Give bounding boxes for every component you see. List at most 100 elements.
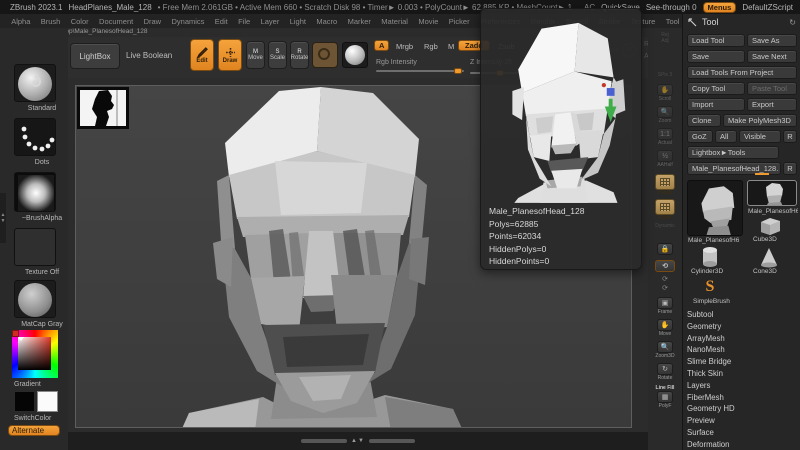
goz-r-button[interactable]: R — [783, 130, 797, 143]
palette-section-header[interactable]: Deformation — [687, 440, 797, 449]
save-next-button[interactable]: Save Next — [747, 50, 797, 63]
palette-section-header[interactable]: Geometry HD — [687, 404, 797, 413]
simplebrush-thumbnail[interactable]: S — [699, 278, 721, 298]
rgb-a-toggle[interactable]: A — [374, 40, 389, 51]
current-stroke-button[interactable] — [14, 118, 56, 156]
menu-item[interactable]: Brush — [36, 17, 66, 26]
move-button[interactable]: M Move — [246, 41, 265, 69]
default-zscript-button[interactable]: DefaultZScript — [742, 3, 793, 12]
move-canvas-button[interactable]: ✋Move — [653, 319, 677, 337]
spix-slider[interactable]: SPix 3 — [653, 72, 677, 78]
see-through-slider[interactable]: See-through 0 — [646, 3, 697, 12]
current-texture-button[interactable] — [14, 228, 56, 266]
alternate-button[interactable]: Alternate — [8, 425, 60, 436]
goz-all-button[interactable]: All — [715, 130, 737, 143]
menu-item[interactable]: Layer — [255, 17, 284, 26]
menu-item[interactable]: Macro — [311, 17, 342, 26]
menu-item[interactable]: Light — [285, 17, 312, 26]
palette-section-header[interactable]: Subtool — [687, 310, 797, 319]
clone-button[interactable]: Clone — [687, 114, 721, 127]
rgb-intensity-handle[interactable] — [454, 68, 462, 74]
lightbox-button[interactable]: LightBox — [70, 43, 120, 69]
palette-section-header[interactable]: Surface — [687, 428, 797, 437]
actual-button[interactable]: 1:1Actual — [653, 128, 677, 146]
palette-section-header[interactable]: Thick Skin — [687, 369, 797, 378]
scroll-button[interactable]: ✋Scroll — [653, 84, 677, 102]
save-button[interactable]: Save — [687, 50, 745, 63]
rotation-axis-toggle[interactable]: ⟲ — [653, 260, 677, 272]
rotate-button[interactable]: R Rotate — [290, 41, 309, 69]
palette-section-header[interactable]: Slime Bridge — [687, 357, 797, 366]
aahalf-button[interactable]: ½AAHalf — [653, 150, 677, 168]
palette-section-header[interactable]: Geometry — [687, 322, 797, 331]
menu-item[interactable]: Alpha — [6, 17, 36, 26]
menu-item[interactable]: Color — [66, 17, 94, 26]
palette-section-header[interactable]: NanoMesh — [687, 345, 797, 354]
paste-tool-button[interactable]: Paste Tool — [747, 82, 797, 95]
adj-toggle[interactable]: Adj — [653, 38, 677, 44]
menu-item[interactable]: Document — [94, 17, 139, 26]
palette-section-header[interactable]: Preview — [687, 416, 797, 425]
current-matcap-button[interactable] — [14, 280, 56, 318]
menu-item[interactable]: File — [233, 17, 255, 26]
export-button[interactable]: Export — [747, 98, 797, 111]
switch-color-button[interactable]: SwitchColor — [8, 415, 76, 422]
draw-button[interactable]: Draw — [218, 39, 242, 71]
rotate-z-toggle[interactable]: ⟳ — [653, 284, 677, 292]
menus-button[interactable]: Menus — [703, 2, 737, 13]
color-saturation-square[interactable] — [18, 337, 51, 370]
palette-section-header[interactable]: Layers — [687, 381, 797, 390]
menu-item[interactable]: Marker — [342, 17, 376, 26]
m-toggle[interactable]: M — [444, 42, 458, 53]
selected-tool-thumbnail[interactable] — [747, 180, 797, 206]
import-button[interactable]: Import — [687, 98, 745, 111]
zoom-button[interactable]: 🔍Zoom — [653, 106, 677, 124]
palette-section-header[interactable]: ArrayMesh — [687, 334, 797, 343]
rgb-intensity-slider[interactable] — [376, 70, 464, 72]
mrgb-toggle[interactable]: Mrgb — [392, 42, 417, 53]
rotate-y-toggle[interactable]: ⟳ — [653, 275, 677, 283]
tool-name-r-button[interactable]: R — [783, 162, 797, 175]
current-brush-button[interactable] — [14, 64, 56, 102]
palette-section-header[interactable]: FiberMesh — [687, 393, 797, 402]
live-boolean-toggle[interactable]: Live Boolean — [126, 51, 184, 60]
secondary-color-swatch[interactable] — [37, 391, 58, 412]
polyframe-button[interactable]: ▦PolyF — [653, 391, 677, 409]
load-tools-from-project-button[interactable]: Load Tools From Project — [687, 66, 797, 79]
make-polymesh3d-button[interactable]: Make PolyMesh3D — [723, 114, 797, 127]
menu-item[interactable]: Material — [376, 17, 413, 26]
frame-button[interactable]: ▣Frame — [653, 297, 677, 315]
gradient-label[interactable]: Gradient — [8, 381, 76, 388]
menu-item[interactable]: Draw — [138, 17, 166, 26]
current-material-button[interactable] — [342, 42, 368, 68]
local-symmetry-toggle[interactable]: 🔒 — [653, 243, 677, 255]
menu-item[interactable]: Picker — [444, 17, 475, 26]
save-as-button[interactable]: Save As — [747, 34, 797, 47]
palette-refresh-icon[interactable]: ↻ — [789, 18, 796, 27]
cube3d-thumbnail[interactable] — [753, 216, 787, 236]
current-alpha-button[interactable] — [14, 172, 56, 212]
tray-divider-handle[interactable]: ▲▼ — [0, 193, 6, 243]
menu-item[interactable]: Edit — [210, 17, 233, 26]
edit-button[interactable]: Edit — [190, 39, 214, 71]
rotate-canvas-button[interactable]: ↻Rotate — [653, 363, 677, 381]
zoom3d-button[interactable]: 🔍Zoom3D — [653, 341, 677, 359]
active-tool-thumbnail[interactable] — [687, 180, 743, 236]
scrollbar-left[interactable] — [301, 439, 347, 443]
rgb-toggle[interactable]: Rgb — [420, 42, 442, 53]
floor-toggle[interactable]: Floor — [653, 199, 677, 221]
persp-toggle[interactable]: Persp — [653, 174, 677, 196]
scale-button[interactable]: S Scale — [268, 41, 287, 69]
main-color-swatch[interactable] — [14, 391, 35, 412]
goz-visible-button[interactable]: Visible — [739, 130, 781, 143]
cone3d-thumbnail[interactable] — [755, 246, 783, 268]
tray-toggle-arrows[interactable]: ▲▼ — [351, 438, 365, 444]
menu-item[interactable]: Dynamics — [166, 17, 209, 26]
sculptris-pro-toggle[interactable] — [312, 42, 338, 68]
goz-button[interactable]: GoZ — [687, 130, 713, 143]
scrollbar-right[interactable] — [369, 439, 415, 443]
menu-item[interactable]: Movie — [413, 17, 443, 26]
load-tool-button[interactable]: Load Tool — [687, 34, 745, 47]
lightbox-tools-button[interactable]: Lightbox►Tools — [687, 146, 779, 159]
copy-tool-button[interactable]: Copy Tool — [687, 82, 745, 95]
